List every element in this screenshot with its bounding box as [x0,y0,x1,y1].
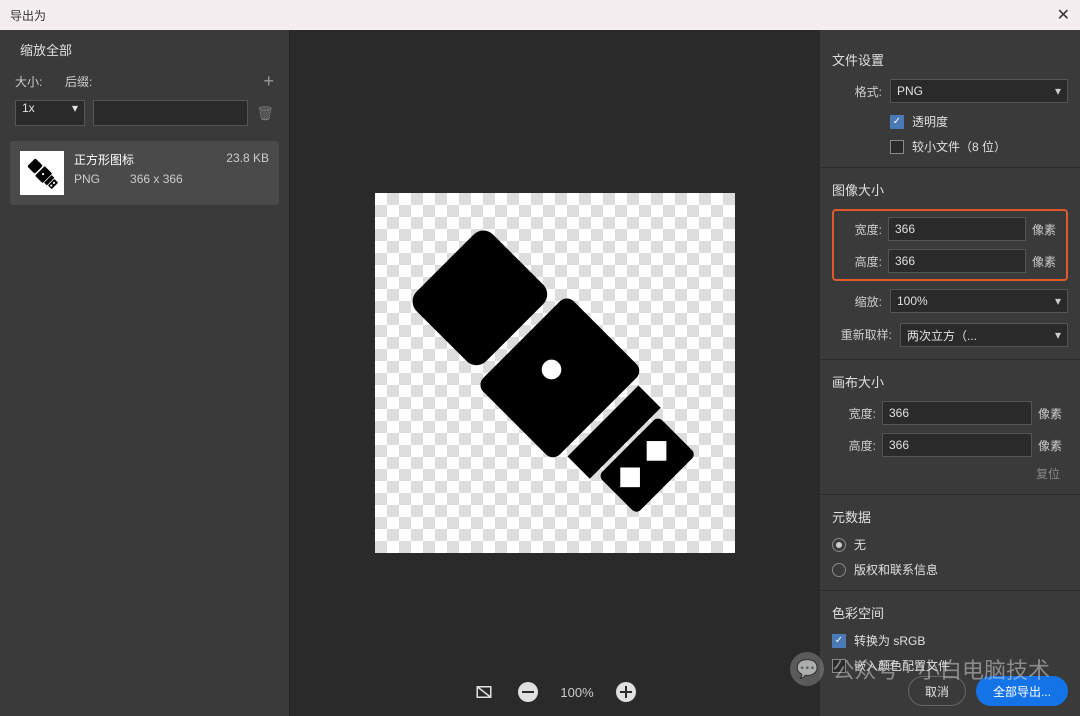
titlebar: 导出为 ✕ [0,0,1080,30]
metadata-copyright-label: 版权和联系信息 [854,561,938,578]
colorspace-header: 色彩空间 [832,603,1068,622]
zoom-in-icon[interactable] [614,680,638,704]
convert-srgb-label: 转换为 sRGB [854,632,925,649]
size-label: 大小: [15,73,55,90]
suffix-input[interactable] [93,100,248,126]
footer-buttons: 取消 全部导出... [908,676,1068,706]
preview-panel: 100% [290,30,820,716]
preview-frame [375,193,735,553]
scale-select[interactable]: 100% [890,289,1068,313]
zoom-controls: 100% [472,680,637,704]
metadata-copyright-radio[interactable] [832,563,846,577]
export-all-button[interactable]: 全部导出... [976,676,1068,706]
preview-image [375,193,735,553]
add-scale-icon[interactable]: + [263,71,274,92]
aspect-ratio-icon[interactable] [472,680,496,704]
right-panel: 文件设置 格式: PNG ✓ 透明度 较小文件（8 位） 图像大小 宽度: 36… [820,30,1080,716]
image-size-highlight: 宽度: 366 像素 高度: 366 像素 [832,209,1068,281]
height-label: 高度: [838,253,882,270]
left-panel: 缩放全部 大小: 后缀: + 1x 🗑 [0,30,290,716]
asset-dimensions: 366 x 366 [130,172,183,186]
resample-label: 重新取样: [832,328,892,342]
format-select[interactable]: PNG [890,79,1068,103]
embed-profile-label: 嵌入颜色配置文件 [854,657,950,674]
scale-multiplier-select[interactable]: 1x [15,100,85,126]
canvas-size-header: 画布大小 [832,372,1068,391]
asset-format: PNG [74,172,100,186]
width-label: 宽度: [838,221,882,238]
resample-select[interactable]: 两次立方（... [900,323,1068,347]
asset-name: 正方形图标 [74,151,216,168]
pixel-unit: 像素 [1032,253,1062,270]
asset-filesize: 23.8 KB [226,151,269,165]
scale-all-label: 缩放全部 [10,40,279,59]
convert-srgb-checkbox[interactable]: ✓ [832,634,846,648]
format-label: 格式: [832,83,882,100]
zoom-percent: 100% [560,685,593,700]
smaller-file-checkbox[interactable] [890,140,904,154]
metadata-none-radio[interactable] [832,538,846,552]
trash-icon[interactable]: 🗑 [256,105,274,122]
reset-button[interactable]: 复位 [832,465,1068,482]
close-icon[interactable]: ✕ [1057,5,1070,25]
transparency-label: 透明度 [912,113,948,130]
zoom-out-icon[interactable] [516,680,540,704]
dialog-title: 导出为 [10,7,46,24]
metadata-none-label: 无 [854,536,866,553]
image-size-header: 图像大小 [832,180,1068,199]
embed-profile-checkbox[interactable] [832,659,846,673]
file-settings-header: 文件设置 [832,50,1068,69]
height-input[interactable]: 366 [888,249,1026,273]
scale-label: 缩放: [832,293,882,310]
pixel-unit: 像素 [1032,221,1062,238]
width-input[interactable]: 366 [888,217,1026,241]
canvas-width-input[interactable]: 366 [882,401,1032,425]
metadata-header: 元数据 [832,507,1068,526]
smaller-file-label: 较小文件（8 位） [912,138,1006,155]
suffix-label: 后缀: [65,73,253,90]
transparency-checkbox[interactable]: ✓ [890,115,904,129]
cancel-button[interactable]: 取消 [908,676,966,706]
canvas-height-label: 高度: [832,437,876,454]
canvas-height-input[interactable]: 366 [882,433,1032,457]
canvas-width-label: 宽度: [832,405,876,422]
asset-card[interactable]: 正方形图标 PNG 366 x 366 23.8 KB [10,141,279,205]
asset-thumbnail [20,151,64,195]
